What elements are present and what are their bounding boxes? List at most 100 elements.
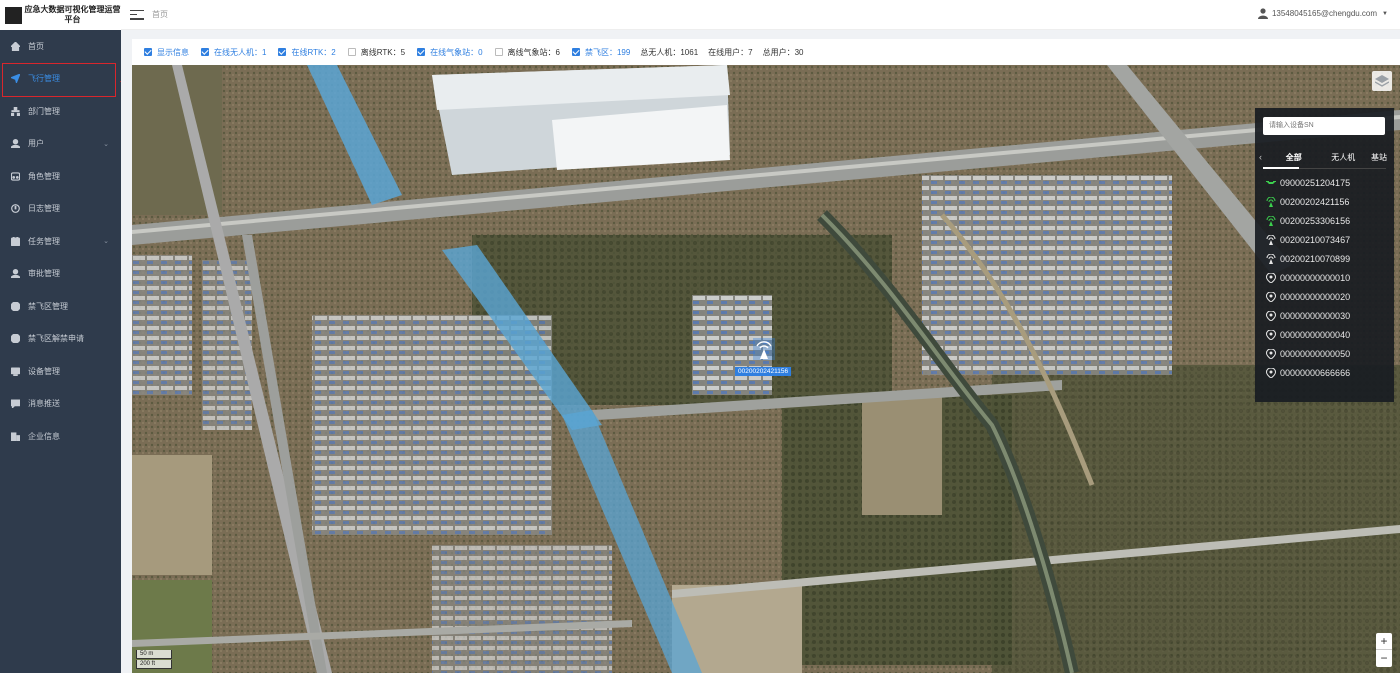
weather-icon xyxy=(1265,367,1276,378)
sidebar-item-label: 首页 xyxy=(28,41,44,51)
device-sn: 00000000000030 xyxy=(1280,310,1351,321)
online-weather-checkbox[interactable]: 在线气象站：0 xyxy=(417,47,483,58)
sidebar: 应急大数据可视化管理运营平台 首页飞行管理部门管理 用户 ⌄ 角色管理日志管理任务管理… xyxy=(0,0,121,673)
org-icon xyxy=(10,106,20,116)
device-sn: 00200210073467 xyxy=(1280,234,1351,245)
total-drones-stat: 总无人机：1061 xyxy=(640,47,699,57)
layers-button[interactable] xyxy=(1372,71,1392,91)
sidebar-item-label: 角色管理 xyxy=(28,171,60,181)
no-fly-checkbox[interactable]: 禁飞区：199 xyxy=(571,47,631,58)
sidebar-item-user[interactable]: 用户 ⌄ xyxy=(0,128,121,161)
nofly-icon xyxy=(10,301,20,311)
sidebar-item-org[interactable]: 部门管理 xyxy=(0,95,121,128)
sidebar-item-home[interactable]: 首页 xyxy=(0,30,121,63)
device-list-item[interactable]: 00000000000030 xyxy=(1255,306,1394,325)
menu-toggle-icon[interactable] xyxy=(130,9,144,20)
send-icon xyxy=(10,74,20,84)
task-icon xyxy=(10,236,20,246)
sidebar-item-label: 消息推送 xyxy=(28,399,60,409)
rtk-icon xyxy=(1265,234,1276,245)
offline-weather-checkbox[interactable]: 离线气象站：6 xyxy=(494,47,560,58)
role-icon xyxy=(10,171,20,181)
device-sn: 09000251204175 xyxy=(1280,177,1351,188)
user-email: 13548045165@chengdu.com xyxy=(1271,9,1378,18)
tab-underline xyxy=(1263,167,1386,169)
log-icon xyxy=(10,204,20,214)
chevron-down-icon: ⌄ xyxy=(103,140,109,148)
logo-area: 应急大数据可视化管理运营平台 xyxy=(0,0,121,30)
tab-prev-icon[interactable]: ‹ xyxy=(1259,152,1269,162)
device-search-input[interactable] xyxy=(1263,117,1385,135)
sidebar-menu: 首页飞行管理部门管理 用户 ⌄ 角色管理日志管理任务管理 ⌄ 审批管理禁飞区管理禁飞区解禁… xyxy=(0,30,121,453)
satellite-map[interactable]: 00200202421156 50 m 200 ft + − xyxy=(132,65,1400,673)
offline-weather-label: 离线气象站：6 xyxy=(507,47,560,57)
tab-all[interactable]: 全部 xyxy=(1269,152,1319,163)
sidebar-item-send[interactable]: 飞行管理 xyxy=(0,63,121,96)
online-drones-checkbox[interactable]: 在线无人机：1 xyxy=(201,47,266,58)
device-sn: 00000000000040 xyxy=(1280,329,1351,340)
scale-imperial: 200 ft xyxy=(136,660,172,669)
approve-icon xyxy=(10,269,20,279)
sidebar-item-nofly[interactable]: 禁飞区管理 xyxy=(0,290,121,323)
tab-stations[interactable]: 基站 xyxy=(1368,152,1390,163)
online-drones-label: 在线无人机：1 xyxy=(214,47,267,57)
sidebar-item-company[interactable]: 企业信息 xyxy=(0,420,121,453)
sidebar-item-label: 禁飞区管理 xyxy=(28,301,68,311)
device-list-item[interactable]: 00200210073467 xyxy=(1255,230,1394,249)
message-icon xyxy=(10,399,20,409)
device-marker[interactable]: 00200202421156 xyxy=(735,338,792,376)
sidebar-item-unlock[interactable]: 禁飞区解禁申请 xyxy=(0,323,121,356)
sidebar-item-task[interactable]: 任务管理 ⌄ xyxy=(0,225,121,258)
sidebar-item-approve[interactable]: 审批管理 xyxy=(0,258,121,291)
rtk-icon xyxy=(1265,253,1276,264)
map-scale: 50 m 200 ft xyxy=(136,649,172,669)
sidebar-item-role[interactable]: 角色管理 xyxy=(0,160,121,193)
rtk-station-icon xyxy=(753,338,775,360)
rtk-icon xyxy=(1265,215,1276,226)
zoom-out-button[interactable]: − xyxy=(1376,650,1392,667)
device-list-item[interactable]: 09000251204175 xyxy=(1255,173,1394,192)
sidebar-item-message[interactable]: 消息推送 xyxy=(0,388,121,421)
layers-icon xyxy=(1375,75,1389,87)
zoom-in-button[interactable]: + xyxy=(1376,633,1392,650)
device-list-item[interactable]: 00000000000010 xyxy=(1255,268,1394,287)
online-rtk-label: 在线RTK：2 xyxy=(291,47,336,57)
user-menu[interactable]: 13548045165@chengdu.com ▼ xyxy=(1257,8,1388,19)
home-icon xyxy=(10,41,20,51)
show-info-checkbox[interactable]: 显示信息 xyxy=(144,47,189,58)
sidebar-item-device[interactable]: 设备管理 xyxy=(0,355,121,388)
device-list-item[interactable]: 00000000666666 xyxy=(1255,363,1394,382)
weather-icon xyxy=(1265,348,1276,359)
device-list: 09000251204175 00200202421156 002002533061… xyxy=(1255,173,1394,382)
device-list-item[interactable]: 00200202421156 xyxy=(1255,192,1394,211)
filter-bar: 显示信息 在线无人机：1 在线RTK：2 离线RTK：5 在线气象站：0 离线气… xyxy=(132,39,1400,65)
tab-drones[interactable]: 无人机 xyxy=(1319,152,1369,163)
offline-rtk-label: 离线RTK：5 xyxy=(360,47,406,57)
device-list-item[interactable]: 00200210070899 xyxy=(1255,249,1394,268)
drone-icon xyxy=(1265,180,1276,184)
chevron-down-icon: ⌄ xyxy=(103,238,109,246)
device-sn: 00200210070899 xyxy=(1280,253,1351,264)
device-list-item[interactable]: 00000000000040 xyxy=(1255,325,1394,344)
show-info-label: 显示信息 xyxy=(157,47,189,57)
weather-icon xyxy=(1265,329,1276,340)
device-icon xyxy=(10,366,20,376)
device-list-item[interactable]: 00000000000050 xyxy=(1255,344,1394,363)
device-list-item[interactable]: 00200253306156 xyxy=(1255,211,1394,230)
sidebar-item-label: 日志管理 xyxy=(28,204,60,214)
zoom-control: + − xyxy=(1376,633,1392,667)
drone-icon xyxy=(1265,178,1276,188)
offline-rtk-checkbox[interactable]: 离线RTK：5 xyxy=(347,47,406,58)
breadcrumb[interactable]: 首页 xyxy=(152,9,168,20)
total-users-stat: 总用户：30 xyxy=(762,47,804,57)
device-list-item[interactable]: 00000000000020 xyxy=(1255,287,1394,306)
weather-icon xyxy=(1265,272,1276,283)
no-fly-label: 禁飞区：199 xyxy=(584,47,631,57)
sidebar-item-label: 飞行管理 xyxy=(28,74,60,84)
app-title: 应急大数据可视化管理运营平台 xyxy=(24,5,121,24)
online-rtk-checkbox[interactable]: 在线RTK：2 xyxy=(278,47,336,58)
device-sn: 00200202421156 xyxy=(1280,196,1350,207)
scale-metric: 50 m xyxy=(136,650,172,659)
sidebar-item-log[interactable]: 日志管理 xyxy=(0,193,121,226)
online-weather-label: 在线气象站：0 xyxy=(430,47,483,57)
